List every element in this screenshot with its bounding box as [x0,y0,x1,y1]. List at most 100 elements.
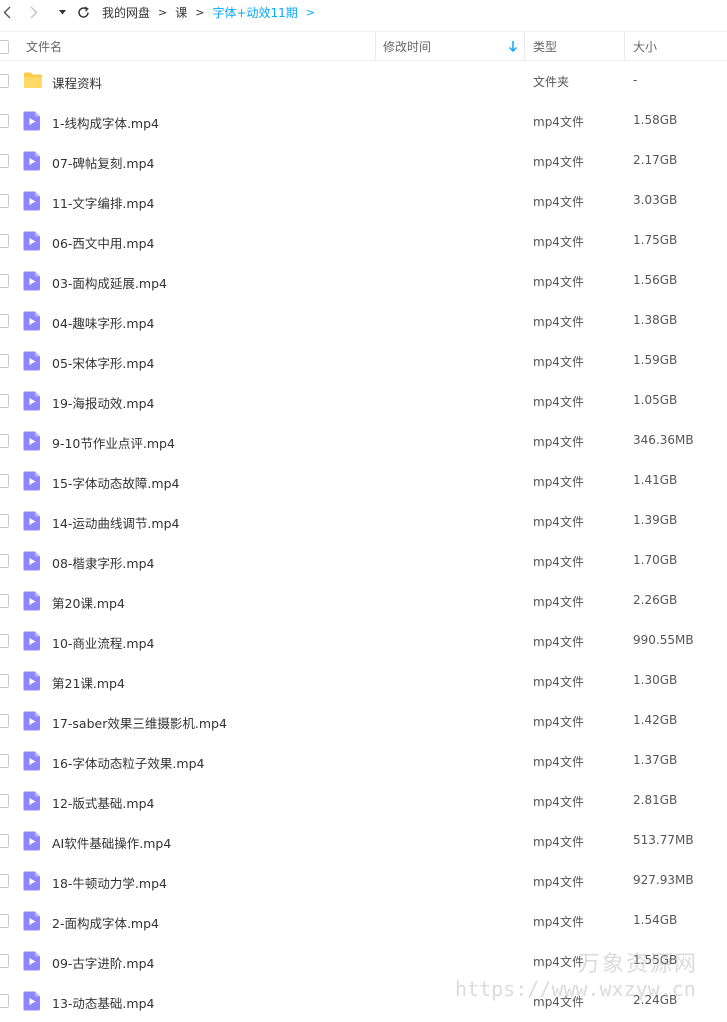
row-checkbox[interactable] [0,114,9,128]
refresh-icon [77,6,89,18]
file-name[interactable]: 14-运动曲线调节.mp4 [52,513,179,532]
video-file-icon [23,111,41,131]
file-type: mp4文件 [533,155,584,169]
file-name[interactable]: 1-线构成字体.mp4 [52,113,159,132]
file-name[interactable]: 13-动态基础.mp4 [52,993,154,1012]
file-size: 2.81GB [633,793,678,807]
file-name[interactable]: 11-文字编排.mp4 [52,193,154,212]
file-name[interactable]: 16-字体动态粒子效果.mp4 [52,753,204,772]
row-checkbox[interactable] [0,594,9,608]
file-row[interactable]: 第20课.mp4 mp4文件 2.26GB [0,581,727,621]
file-name[interactable]: 第21课.mp4 [52,673,125,692]
row-checkbox[interactable] [0,74,9,88]
file-row[interactable]: 11-文字编排.mp4 mp4文件 3.03GB [0,181,727,221]
file-name[interactable]: 19-海报动效.mp4 [52,393,154,412]
refresh-button[interactable] [70,0,96,24]
file-name[interactable]: 09-古字进阶.mp4 [52,953,154,972]
file-row[interactable]: 12-版式基础.mp4 mp4文件 2.81GB [0,781,727,821]
row-checkbox[interactable] [0,634,9,648]
file-name[interactable]: 03-面构成延展.mp4 [52,273,167,292]
file-row[interactable]: AI软件基础操作.mp4 mp4文件 513.77MB [0,821,727,861]
column-header-size[interactable]: 大小 [625,32,727,61]
file-type: mp4文件 [533,555,584,569]
file-name[interactable]: 15-字体动态故障.mp4 [52,473,179,492]
file-row[interactable]: 2-面构成字体.mp4 mp4文件 1.54GB [0,901,727,941]
file-size: 2.26GB [633,593,678,607]
row-checkbox[interactable] [0,474,9,488]
file-name[interactable]: AI软件基础操作.mp4 [52,833,171,852]
row-checkbox[interactable] [0,794,9,808]
file-row[interactable]: 14-运动曲线调节.mp4 mp4文件 1.39GB [0,501,727,541]
file-row[interactable]: 10-商业流程.mp4 mp4文件 990.55MB [0,621,727,661]
file-row[interactable]: 18-牛顿动力学.mp4 mp4文件 927.93MB [0,861,727,901]
row-checkbox[interactable] [0,914,9,928]
file-name[interactable]: 2-面构成字体.mp4 [52,913,159,932]
column-header-type[interactable]: 类型 [525,32,625,61]
file-size: 1.59GB [633,353,678,367]
file-name[interactable]: 12-版式基础.mp4 [52,793,154,812]
file-name[interactable]: 06-西文中用.mp4 [52,233,154,252]
file-row[interactable]: 07-碑帖复刻.mp4 mp4文件 2.17GB [0,141,727,181]
video-file-icon [23,431,41,451]
file-name[interactable]: 9-10节作业点评.mp4 [52,433,175,452]
video-file-icon [23,631,41,651]
file-name[interactable]: 04-趣味字形.mp4 [52,313,154,332]
file-name[interactable]: 05-宋体字形.mp4 [52,353,154,372]
file-name[interactable]: 课程资料 [52,73,102,92]
file-row[interactable]: 课程资料 文件夹 - [0,61,727,101]
row-checkbox[interactable] [0,834,9,848]
breadcrumb-separator: > [305,5,316,19]
file-row[interactable]: 06-西文中用.mp4 mp4文件 1.75GB [0,221,727,261]
history-dropdown-button[interactable] [56,0,68,24]
select-all-checkbox[interactable] [0,40,9,54]
file-size: 1.38GB [633,313,678,327]
back-button[interactable] [0,0,14,24]
file-name[interactable]: 第20课.mp4 [52,593,125,612]
caret-down-icon [58,9,66,14]
file-type: mp4文件 [533,595,584,609]
row-checkbox[interactable] [0,714,9,728]
video-file-icon [23,871,41,891]
row-checkbox[interactable] [0,354,9,368]
forward-button[interactable] [20,0,48,24]
file-row[interactable]: 16-字体动态粒子效果.mp4 mp4文件 1.37GB [0,741,727,781]
file-row[interactable]: 第21课.mp4 mp4文件 1.30GB [0,661,727,701]
row-checkbox[interactable] [0,874,9,888]
file-row[interactable]: 03-面构成延展.mp4 mp4文件 1.56GB [0,261,727,301]
file-row[interactable]: 04-趣味字形.mp4 mp4文件 1.38GB [0,301,727,341]
row-checkbox[interactable] [0,234,9,248]
row-checkbox[interactable] [0,274,9,288]
row-checkbox[interactable] [0,754,9,768]
file-row[interactable]: 9-10节作业点评.mp4 mp4文件 346.36MB [0,421,727,461]
row-checkbox[interactable] [0,994,9,1008]
file-row[interactable]: 08-楷隶字形.mp4 mp4文件 1.70GB [0,541,727,581]
file-name[interactable]: 08-楷隶字形.mp4 [52,553,154,572]
row-checkbox[interactable] [0,954,9,968]
file-row[interactable]: 05-宋体字形.mp4 mp4文件 1.59GB [0,341,727,381]
breadcrumb-my-drive[interactable]: 我的网盘 [102,4,150,21]
row-checkbox[interactable] [0,154,9,168]
file-type: mp4文件 [533,835,584,849]
watermark-title: 万象资源网 [578,952,699,977]
file-row[interactable]: 15-字体动态故障.mp4 mp4文件 1.41GB [0,461,727,501]
file-size: 346.36MB [633,433,694,447]
breadcrumb-course[interactable]: 课 [175,4,187,21]
row-checkbox[interactable] [0,514,9,528]
file-name[interactable]: 18-牛顿动力学.mp4 [52,873,167,892]
file-row[interactable]: 19-海报动效.mp4 mp4文件 1.05GB [0,381,727,421]
file-row[interactable]: 1-线构成字体.mp4 mp4文件 1.58GB [0,101,727,141]
row-checkbox[interactable] [0,434,9,448]
column-header-name[interactable]: 文件名 [26,32,376,61]
breadcrumb-current-folder[interactable]: 字体+动效11期 [212,4,297,21]
row-checkbox[interactable] [0,394,9,408]
row-checkbox[interactable] [0,554,9,568]
file-name[interactable]: 07-碑帖复刻.mp4 [52,153,154,172]
file-name[interactable]: 17-saber效果三维摄影机.mp4 [52,713,227,732]
file-name[interactable]: 10-商业流程.mp4 [52,633,154,652]
chevron-left-icon [3,6,11,18]
file-row[interactable]: 17-saber效果三维摄影机.mp4 mp4文件 1.42GB [0,701,727,741]
row-checkbox[interactable] [0,314,9,328]
row-checkbox[interactable] [0,674,9,688]
row-checkbox[interactable] [0,194,9,208]
column-header-mtime[interactable]: 修改时间 [376,32,525,61]
